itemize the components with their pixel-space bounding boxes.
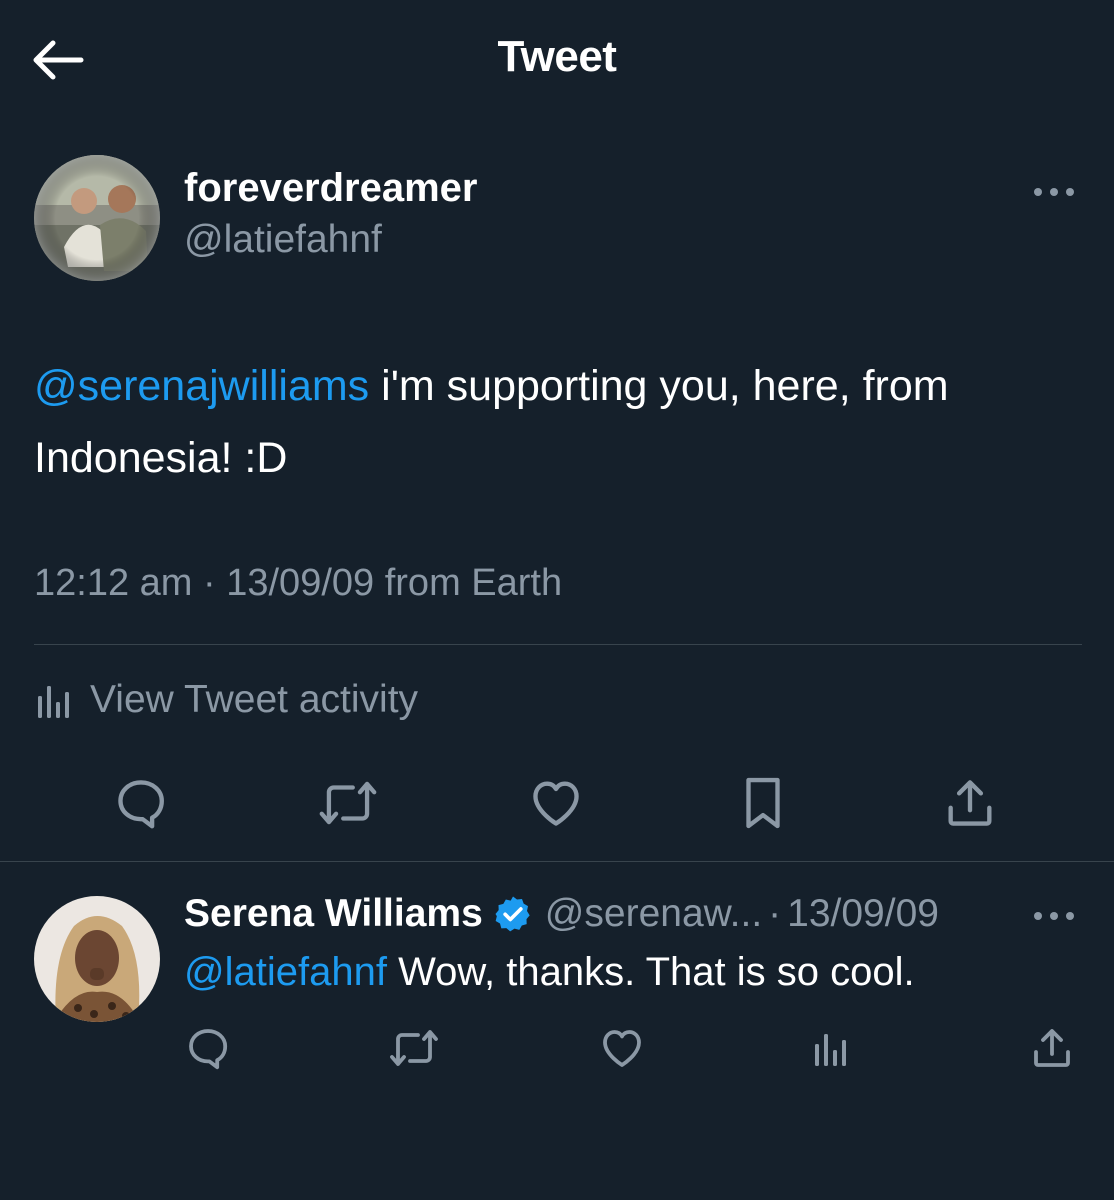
divider — [34, 644, 1082, 645]
tweet-source: from Earth — [384, 562, 563, 604]
reply-more-options-button[interactable] — [1026, 894, 1082, 938]
more-dots-icon — [1034, 188, 1074, 196]
retweet-button[interactable] — [315, 770, 381, 836]
avatar[interactable] — [34, 896, 160, 1022]
divider — [0, 861, 1114, 862]
reply-button[interactable] — [108, 770, 174, 836]
more-dots-icon — [1034, 912, 1074, 920]
mention-link[interactable]: @serenajwilliams — [34, 362, 369, 410]
reply-text: @latiefahnf Wow, thanks. That is so cool… — [184, 946, 915, 998]
more-options-button[interactable] — [1026, 170, 1082, 214]
view-tweet-activity-button[interactable]: View Tweet activity — [34, 672, 418, 728]
tweet-time: 12:12 am — [34, 562, 193, 604]
tweet-detail-page: Tweet foreverdreamer @latiefahnf @serena… — [0, 0, 1114, 1200]
reply-icon — [189, 1029, 228, 1070]
bookmark-button[interactable] — [730, 770, 796, 836]
view-tweet-activity-label: View Tweet activity — [90, 678, 419, 721]
reply-body-text: Wow, thanks. That is so cool. — [386, 950, 915, 994]
share-icon — [948, 780, 992, 826]
retweet-icon — [390, 1030, 438, 1066]
reply-button[interactable] — [180, 1020, 236, 1076]
verified-badge-icon — [493, 894, 533, 934]
analytics-button[interactable] — [802, 1020, 858, 1076]
share-icon — [1034, 1029, 1070, 1067]
like-button[interactable] — [523, 770, 589, 836]
retweet-button[interactable] — [386, 1020, 442, 1076]
profile-photo — [34, 896, 160, 1022]
mention-link[interactable]: @latiefahnf — [184, 950, 387, 994]
tweet-date: 13/09/09 — [226, 562, 375, 604]
like-button[interactable] — [594, 1020, 650, 1076]
profile-photo — [34, 155, 160, 281]
top-bar: Tweet — [0, 0, 1114, 120]
bookmark-icon — [746, 777, 780, 829]
meta-separator: · — [768, 892, 782, 935]
author-display-name[interactable]: foreverdreamer — [184, 166, 478, 211]
retweet-icon — [319, 781, 377, 825]
share-button[interactable] — [1024, 1020, 1080, 1076]
meta-separator: · — [203, 562, 216, 604]
author-handle[interactable]: @latiefahnf — [184, 218, 382, 262]
reply-date[interactable]: 13/09/09 — [787, 892, 939, 936]
like-icon — [603, 1030, 641, 1067]
reply-header: Serena Williams @serenaw... · 13/09/09 — [184, 888, 939, 940]
tweet-text: @serenajwilliams i'm supporting you, her… — [34, 350, 1084, 494]
reply-action-bar — [0, 1020, 1114, 1076]
analytics-icon — [38, 686, 69, 718]
page-title: Tweet — [497, 32, 617, 81]
reply-icon — [118, 780, 164, 829]
tweet-timestamp: 12:12 am · 13/09/09 from Earth — [34, 562, 562, 605]
share-button[interactable] — [937, 770, 1003, 836]
avatar[interactable] — [34, 155, 160, 281]
analytics-icon — [815, 1034, 846, 1066]
like-icon — [533, 781, 579, 826]
reply-author-display-name[interactable]: Serena Williams — [184, 892, 483, 936]
tweet-action-bar — [0, 770, 1114, 836]
reply-author-handle[interactable]: @serenaw... — [545, 892, 762, 936]
